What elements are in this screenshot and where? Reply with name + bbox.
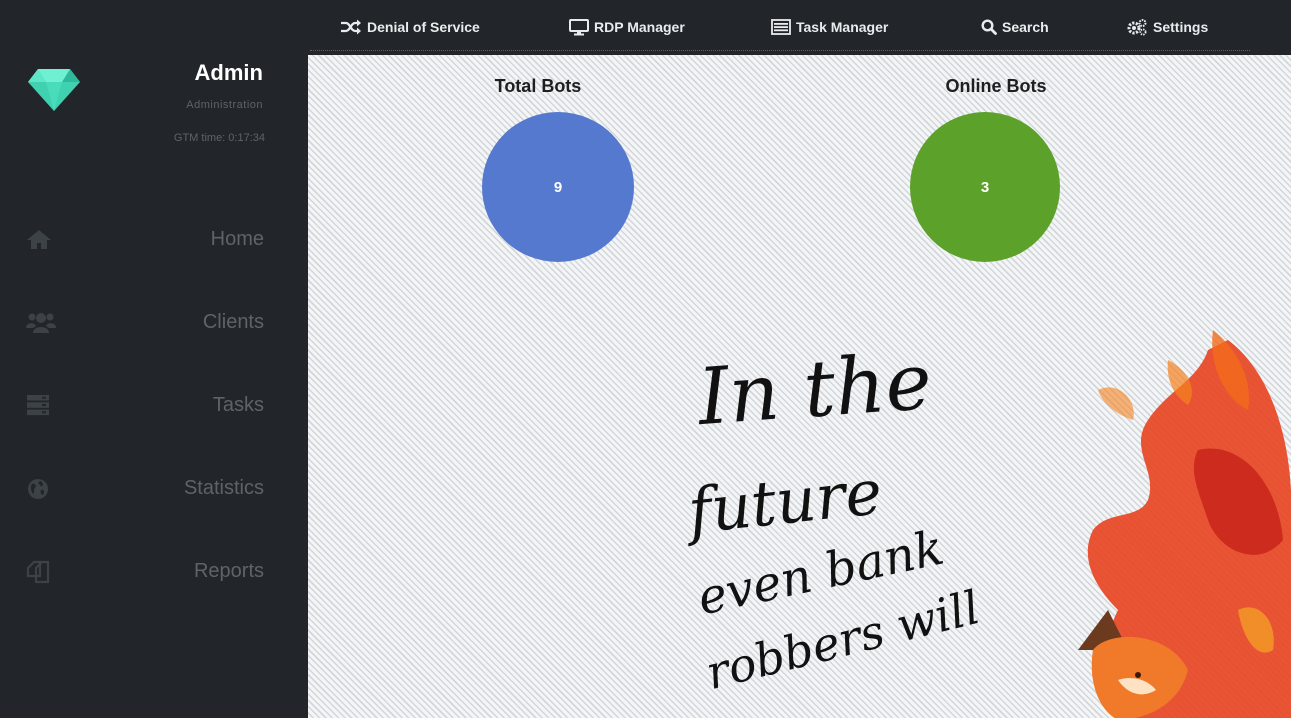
list-icon (771, 19, 791, 35)
sidebar-item-label: Reports (193, 560, 264, 582)
admin-name: Admin (194, 60, 263, 85)
sidebar-item-tasks[interactable]: Tasks (0, 382, 308, 430)
sidebar-item-clients[interactable]: Clients (0, 299, 308, 347)
nav-label: Denial of Service (367, 19, 480, 35)
nav-search[interactable]: Search (981, 16, 1049, 38)
nav-rdp-manager[interactable]: RDP Manager (569, 16, 685, 38)
top-bar: Denial of Service RDP Manager Task Manag… (0, 0, 1291, 55)
sidebar-item-label: Tasks (212, 394, 264, 416)
quote-line: future (684, 455, 886, 548)
server-icon (26, 394, 50, 421)
sidebar-item-label: Statistics (183, 477, 264, 499)
nav-settings[interactable]: Settings (1126, 16, 1208, 38)
gtm-time: GTM time: 0:17:34 (173, 132, 265, 144)
sidebar-item-label: Clients (202, 311, 264, 333)
total-bots-circle: 9 (482, 112, 634, 262)
gears-icon (1126, 18, 1148, 36)
online-bots-circle: 3 (910, 112, 1060, 262)
globe-icon (26, 477, 50, 506)
sidebar-item-statistics[interactable]: Statistics (0, 465, 308, 513)
top-navigation: Denial of Service RDP Manager Task Manag… (310, 0, 1250, 51)
admin-role: Administration (186, 99, 263, 111)
search-icon (981, 19, 997, 35)
shuffle-icon (340, 19, 362, 35)
total-bots-value: 9 (553, 178, 563, 196)
online-bots-value: 3 (980, 178, 990, 196)
sidebar-item-home[interactable]: Home (0, 216, 308, 264)
diamond-logo-icon (26, 67, 82, 118)
nav-label: Search (1002, 19, 1049, 35)
nav-label: Settings (1153, 19, 1209, 35)
sidebar-item-label: Home (210, 228, 264, 250)
dashboard-main: Total Bots 9 Online Bots 3 In the future… (308, 55, 1291, 718)
users-icon (26, 311, 56, 340)
monitor-icon (569, 18, 589, 36)
online-bots-title: Online Bots (945, 76, 1047, 96)
total-bots-title: Total Bots (494, 76, 582, 96)
sidebar-item-reports[interactable]: Reports (0, 548, 308, 596)
nav-label: Task Manager (796, 19, 889, 35)
watercolor-fox-image (1038, 310, 1291, 718)
copy-icon (26, 560, 50, 589)
sidebar: Admin Administration GTM time: 0:17:34 H… (0, 55, 308, 718)
nav-task-manager[interactable]: Task Manager (771, 16, 888, 38)
home-icon (26, 228, 52, 255)
quote-line: In the (695, 336, 935, 444)
nav-denial-of-service[interactable]: Denial of Service (340, 16, 480, 38)
nav-label: RDP Manager (594, 19, 685, 35)
